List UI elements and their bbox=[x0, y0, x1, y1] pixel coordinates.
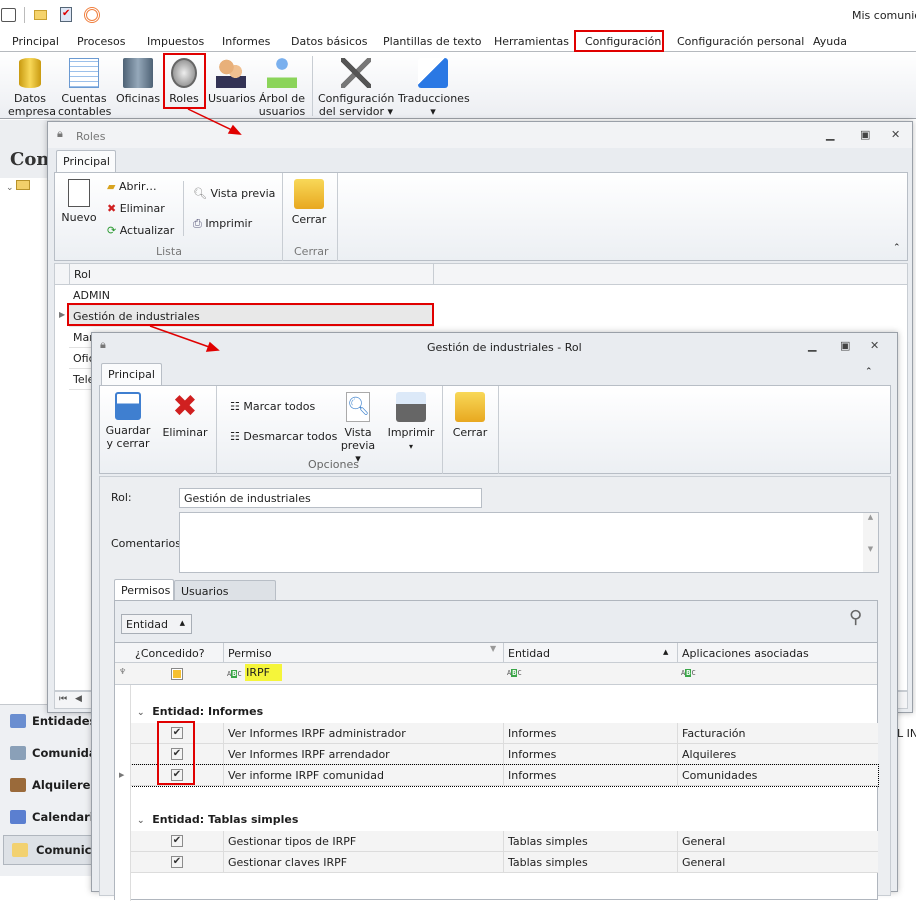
arrow-roles-to-window bbox=[187, 108, 237, 133]
annotation-arrows bbox=[149, 108, 242, 352]
arrow-row-to-window bbox=[149, 325, 213, 349]
arrow-head bbox=[227, 124, 242, 135]
arrow-head bbox=[205, 341, 220, 352]
